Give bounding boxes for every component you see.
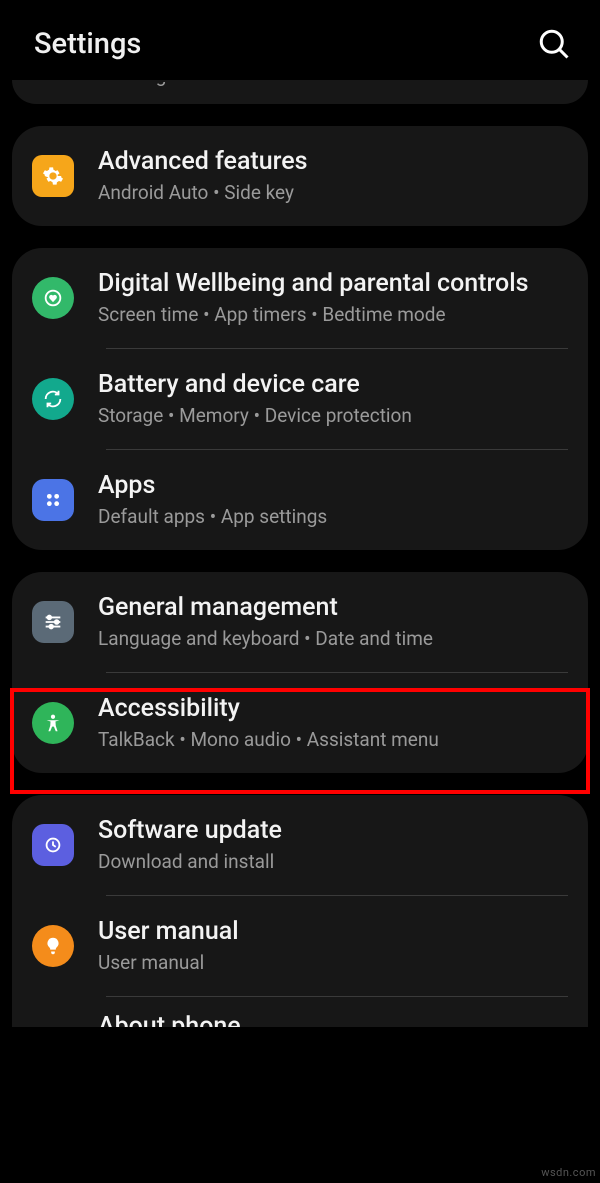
dots-four-icon (32, 479, 74, 521)
title-accessibility: Accessibility (98, 693, 568, 724)
title-user-manual: User manual (98, 916, 568, 947)
sub-battery-care: Storage • Memory • Device protection (98, 404, 568, 429)
title-general-management: General management (98, 592, 568, 623)
sub-advanced-features: Android Auto • Side key (98, 181, 568, 206)
refresh-ring-icon (32, 378, 74, 420)
card-accounts-partial: Manage accounts • Smart Switch (12, 80, 588, 104)
item-general-management[interactable]: General management Language and keyboard… (12, 572, 588, 672)
heart-ring-icon (32, 277, 74, 319)
title-about-phone: About phone (98, 1011, 568, 1027)
item-software-update[interactable]: Software update Download and install (12, 795, 588, 895)
bulb-icon (32, 925, 74, 967)
item-battery-care[interactable]: Battery and device care Storage • Memory… (12, 349, 588, 449)
cutoff-row: Manage accounts • Smart Switch (12, 82, 588, 104)
card-software-group: Software update Download and install Use… (12, 795, 588, 1027)
sub-general-management: Language and keyboard • Date and time (98, 627, 568, 652)
update-badge-icon (32, 824, 74, 866)
item-user-manual[interactable]: User manual User manual (12, 896, 588, 996)
cutoff-right: Smart Switch (306, 82, 419, 87)
person-icon (32, 702, 74, 744)
settings-scroll[interactable]: Manage accounts • Smart Switch Advanced … (0, 80, 600, 1027)
title-apps: Apps (98, 470, 568, 501)
gear-badge-icon (32, 155, 74, 197)
title-battery-care: Battery and device care (98, 369, 568, 400)
item-apps[interactable]: Apps Default apps • App settings (12, 450, 588, 550)
page-title: Settings (34, 27, 141, 61)
item-about-phone[interactable]: About phone (12, 997, 588, 1027)
sub-user-manual: User manual (98, 951, 568, 976)
title-advanced-features: Advanced features (98, 146, 568, 177)
search-icon (536, 26, 572, 62)
card-advanced: Advanced features Android Auto • Side ke… (12, 126, 588, 226)
title-digital-wellbeing: Digital Wellbeing and parental controls (98, 268, 568, 299)
card-general-group: General management Language and keyboard… (12, 572, 588, 773)
sub-digital-wellbeing: Screen time • App timers • Bedtime mode (98, 303, 568, 328)
sub-software-update: Download and install (98, 850, 568, 875)
sub-accessibility: TalkBack • Mono audio • Assistant menu (98, 728, 568, 753)
item-advanced-features[interactable]: Advanced features Android Auto • Side ke… (12, 126, 588, 226)
watermark: wsdn.com (541, 1166, 596, 1179)
search-button[interactable] (536, 26, 572, 62)
title-software-update: Software update (98, 815, 568, 846)
sliders-icon (32, 601, 74, 643)
card-wellbeing-group: Digital Wellbeing and parental controls … (12, 248, 588, 550)
settings-header: Settings (0, 0, 600, 80)
sub-apps: Default apps • App settings (98, 505, 568, 530)
item-accessibility[interactable]: Accessibility TalkBack • Mono audio • As… (12, 673, 588, 773)
item-digital-wellbeing[interactable]: Digital Wellbeing and parental controls … (12, 248, 588, 348)
cutoff-left: Manage accounts (108, 82, 259, 87)
